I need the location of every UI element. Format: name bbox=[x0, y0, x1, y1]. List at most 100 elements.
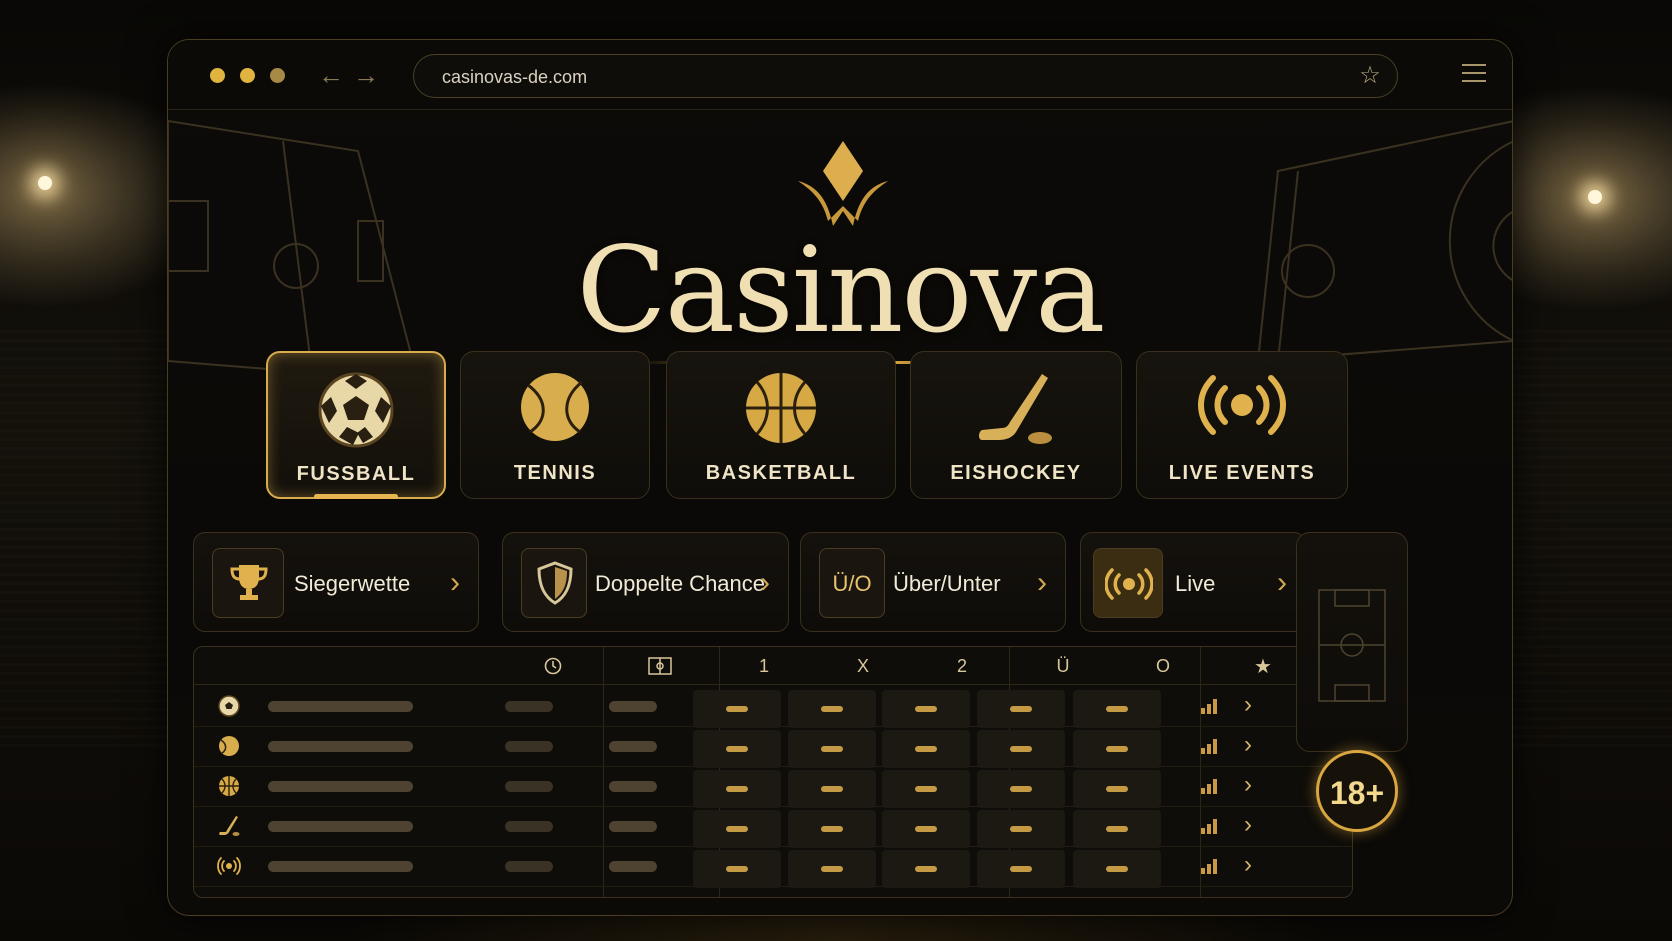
column-header-x[interactable]: X bbox=[853, 656, 873, 677]
odds-cell[interactable] bbox=[882, 730, 970, 768]
bet-type-label: Doppelte Chance bbox=[595, 571, 766, 596]
odds-cell[interactable] bbox=[693, 770, 781, 808]
odds-cell[interactable] bbox=[882, 770, 970, 808]
odds-value-placeholder bbox=[1010, 786, 1032, 792]
tile-label: BASKETBALL bbox=[705, 462, 857, 484]
hamburger-menu-icon[interactable] bbox=[1462, 64, 1486, 84]
stats-bars-icon[interactable] bbox=[1200, 817, 1220, 835]
bet-type-siegerwette[interactable]: Siegerwette › bbox=[193, 532, 479, 632]
clock-icon[interactable] bbox=[544, 657, 562, 675]
event-name-placeholder bbox=[268, 821, 413, 832]
bet-type-label: Siegerwette bbox=[294, 571, 411, 596]
table-row[interactable]: › bbox=[194, 725, 1352, 768]
basketball-icon bbox=[219, 776, 239, 796]
odds-value-placeholder bbox=[1010, 706, 1032, 712]
odds-cell[interactable] bbox=[977, 850, 1065, 888]
odds-value-placeholder bbox=[1106, 826, 1128, 832]
chevron-right-icon: › bbox=[1037, 566, 1047, 599]
odds-cell[interactable] bbox=[693, 690, 781, 728]
odds-value-placeholder bbox=[821, 866, 843, 872]
bet-type-live[interactable]: Live › bbox=[1080, 532, 1306, 632]
table-row[interactable]: › bbox=[194, 805, 1352, 848]
score-placeholder bbox=[609, 701, 657, 712]
chevron-right-icon[interactable]: › bbox=[1244, 771, 1252, 799]
odds-cell[interactable] bbox=[693, 730, 781, 768]
column-header-o[interactable]: O bbox=[1153, 656, 1173, 677]
stats-bars-icon[interactable] bbox=[1200, 697, 1220, 715]
hockey-stick-icon bbox=[979, 374, 1052, 444]
odds-cell[interactable] bbox=[882, 810, 970, 848]
star-icon[interactable]: ★ bbox=[1251, 654, 1275, 679]
stats-bars-icon[interactable] bbox=[1200, 737, 1220, 755]
score-placeholder bbox=[609, 781, 657, 792]
odds-cell[interactable] bbox=[693, 850, 781, 888]
odds-cell[interactable] bbox=[977, 690, 1065, 728]
tile-label: LIVE EVENTS bbox=[1168, 462, 1316, 484]
stats-bars-icon[interactable] bbox=[1200, 777, 1220, 795]
mini-field-card[interactable] bbox=[1296, 532, 1408, 752]
odds-cell[interactable] bbox=[977, 770, 1065, 808]
tab-basketball[interactable]: BASKETBALL bbox=[666, 351, 896, 499]
soccer-ball-icon bbox=[218, 695, 240, 717]
table-row[interactable]: › bbox=[194, 685, 1352, 728]
tab-eishockey[interactable]: EISHOCKEY bbox=[910, 351, 1122, 499]
time-placeholder bbox=[505, 701, 553, 712]
table-header: 1 X 2 Ü O ★ bbox=[194, 647, 1352, 685]
bookmark-star-icon[interactable]: ☆ bbox=[1357, 63, 1383, 89]
broadcast-icon bbox=[1105, 568, 1153, 600]
table-row[interactable]: › bbox=[194, 765, 1352, 808]
odds-value-placeholder bbox=[821, 826, 843, 832]
over-under-icon-text: Ü/O bbox=[832, 571, 872, 596]
column-header-2[interactable]: 2 bbox=[952, 656, 972, 677]
column-header-ue[interactable]: Ü bbox=[1053, 656, 1073, 677]
time-placeholder bbox=[505, 741, 553, 752]
odds-value-placeholder bbox=[726, 826, 748, 832]
age-restriction-badge: 18+ bbox=[1316, 750, 1398, 832]
stats-bars-icon[interactable] bbox=[1200, 857, 1220, 875]
odds-cell[interactable] bbox=[977, 810, 1065, 848]
forward-arrow-icon[interactable]: → bbox=[351, 60, 381, 90]
address-bar[interactable]: casinovas-de.com ☆ bbox=[413, 54, 1398, 98]
hero-banner: Casinova bbox=[168, 111, 1512, 381]
crown-logo-icon bbox=[798, 141, 888, 226]
table-row[interactable]: › bbox=[194, 845, 1352, 888]
odds-cell[interactable] bbox=[1073, 730, 1161, 768]
mini-soccer-field-icon bbox=[1318, 589, 1386, 702]
tab-fussball[interactable]: FUSSBALL bbox=[266, 351, 446, 499]
odds-cell[interactable] bbox=[788, 850, 876, 888]
odds-value-placeholder bbox=[1010, 866, 1032, 872]
score-placeholder bbox=[609, 821, 657, 832]
tile-label: FUSSBALL bbox=[296, 463, 416, 485]
odds-cell[interactable] bbox=[1073, 770, 1161, 808]
field-icon[interactable] bbox=[648, 657, 672, 675]
odds-cell[interactable] bbox=[1073, 690, 1161, 728]
bet-type-doppelte-chance[interactable]: Doppelte Chance › bbox=[502, 532, 789, 632]
odds-cell[interactable] bbox=[1073, 850, 1161, 888]
odds-cell[interactable] bbox=[693, 810, 781, 848]
column-header-1[interactable]: 1 bbox=[754, 656, 774, 677]
chevron-right-icon[interactable]: › bbox=[1244, 851, 1252, 879]
window-dot-minimize[interactable] bbox=[240, 68, 255, 83]
tile-label: TENNIS bbox=[513, 462, 597, 484]
window-dot-close[interactable] bbox=[210, 68, 225, 83]
odds-cell[interactable] bbox=[788, 730, 876, 768]
odds-cell[interactable] bbox=[882, 850, 970, 888]
odds-cell[interactable] bbox=[788, 690, 876, 728]
tab-tennis[interactable]: TENNIS bbox=[460, 351, 650, 499]
chevron-right-icon[interactable]: › bbox=[1244, 731, 1252, 759]
bet-type-ueber-unter[interactable]: Ü/O Über/Unter › bbox=[800, 532, 1066, 632]
odds-cell[interactable] bbox=[788, 810, 876, 848]
odds-cell[interactable] bbox=[882, 690, 970, 728]
odds-cell[interactable] bbox=[788, 770, 876, 808]
odds-cell[interactable] bbox=[977, 730, 1065, 768]
window-dot-maximize[interactable] bbox=[270, 68, 285, 83]
odds-value-placeholder bbox=[726, 746, 748, 752]
tab-live-events[interactable]: LIVE EVENTS bbox=[1136, 351, 1348, 499]
chevron-right-icon[interactable]: › bbox=[1244, 811, 1252, 839]
back-arrow-icon[interactable]: ← bbox=[316, 60, 346, 90]
chevron-right-icon[interactable]: › bbox=[1244, 691, 1252, 719]
browser-window: ← → casinovas-de.com ☆ Casinova FUSSBALL… bbox=[167, 39, 1513, 916]
odds-cell[interactable] bbox=[1073, 810, 1161, 848]
odds-table: 1 X 2 Ü O ★ › › › › › bbox=[193, 646, 1353, 898]
event-name-placeholder bbox=[268, 741, 413, 752]
